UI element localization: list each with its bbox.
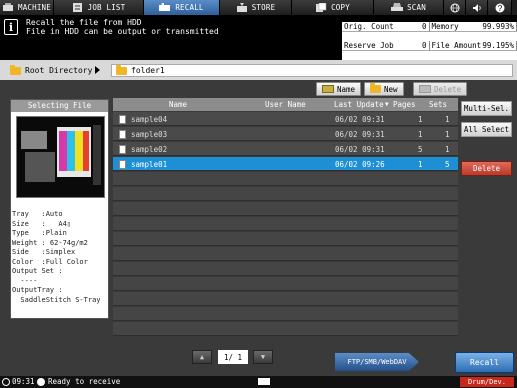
delete-folder-icon — [419, 85, 431, 93]
globe-icon[interactable] — [444, 0, 466, 15]
recall-icon — [159, 2, 171, 12]
sort-desc-icon: ▼ — [385, 101, 389, 108]
drum-dev-warning[interactable]: Drum/Dev. — [460, 377, 514, 387]
empty-row — [113, 277, 458, 291]
scan-icon — [391, 3, 404, 12]
empty-row — [113, 172, 458, 186]
breadcrumb-root[interactable]: Root Directory — [10, 64, 92, 77]
breadcrumb-arrow-icon — [95, 66, 100, 74]
volume-icon[interactable] — [466, 0, 488, 15]
store-icon — [236, 3, 248, 12]
empty-row — [113, 322, 458, 336]
document-icon — [119, 130, 126, 139]
tab-bar: MACHINE JOB LIST RECALL STORE COPY SCAN … — [0, 0, 517, 15]
column-name[interactable]: Name — [169, 100, 187, 109]
folder-icon — [116, 64, 127, 75]
preview-image — [17, 117, 104, 197]
empty-row — [113, 232, 458, 246]
empty-row — [113, 187, 458, 201]
message-line-1: Recall the file from HDD — [26, 18, 142, 27]
copy-icon — [315, 2, 327, 12]
empty-row — [113, 262, 458, 276]
svg-text:?: ? — [497, 4, 502, 13]
document-icon — [119, 160, 126, 169]
reserve-job: Reserve Job 0 — [342, 41, 430, 51]
help-icon[interactable]: ? — [488, 0, 512, 15]
recall-button[interactable]: Recall — [455, 352, 514, 373]
file-row-selected[interactable]: sample01 06/02 09:26 1 5 — [113, 157, 458, 171]
breadcrumb: Root Directory folder1 — [0, 60, 517, 80]
file-amount: File Amount 99.195% — [429, 41, 517, 51]
tab-scan[interactable]: SCAN — [374, 0, 444, 15]
selecting-file-header: Selecting File — [11, 100, 108, 112]
delete-button[interactable]: Delete — [461, 161, 512, 176]
empty-row — [113, 217, 458, 231]
breadcrumb-folder[interactable]: folder1 — [111, 64, 513, 77]
tab-copy[interactable]: COPY — [292, 0, 374, 15]
status-time: 09:31 — [12, 377, 35, 386]
file-preview-thumbnail — [16, 116, 105, 198]
empty-row — [113, 202, 458, 216]
all-select-button[interactable]: All Select — [461, 122, 512, 137]
delete-folder-button[interactable]: Delete — [413, 82, 468, 96]
message-line-2: File in HDD can be output or transmitted — [26, 27, 219, 36]
empty-row — [113, 307, 458, 321]
receive-icon — [37, 378, 45, 386]
page-up-button[interactable]: ▲ — [192, 350, 212, 364]
column-user-name[interactable]: User Name — [265, 100, 306, 109]
file-row[interactable]: sample02 06/02 09:31 5 1 — [113, 142, 458, 156]
new-folder-icon — [370, 83, 381, 93]
column-pages[interactable]: Pages — [393, 100, 416, 109]
keyboard-icon[interactable] — [258, 378, 270, 385]
page-down-button[interactable]: ▼ — [253, 350, 273, 364]
ftp-smb-webdav-button[interactable]: FTP/SMB/WebDAV — [335, 353, 419, 371]
status-state: Ready to receive — [48, 377, 121, 386]
empty-row — [113, 292, 458, 306]
info-icon: i — [4, 19, 18, 35]
tab-job-list[interactable]: JOB LIST — [54, 0, 144, 15]
file-row[interactable]: sample03 06/02 09:31 1 1 — [113, 127, 458, 141]
orig-count: Orig. Count 0 — [342, 22, 430, 32]
document-icon — [119, 145, 126, 154]
tab-recall[interactable]: RECALL — [144, 0, 220, 15]
column-last-update[interactable]: Last Update — [334, 100, 384, 109]
memory: Memory 99.993% — [429, 22, 517, 32]
file-row[interactable]: sample04 06/02 09:31 1 1 — [113, 112, 458, 126]
selecting-file-panel: Selecting File Tray :Auto Size : A4▯ Typ… — [10, 99, 109, 319]
status-bar: 09:31 Ready to receive — [0, 376, 517, 388]
file-list-header: Name User Name Last Update ▼ Pages Sets — [113, 98, 458, 111]
machine-icon — [2, 3, 14, 12]
multi-select-button[interactable]: Multi-Sel. — [461, 101, 512, 116]
document-icon — [119, 115, 126, 124]
tab-machine[interactable]: MACHINE — [0, 0, 54, 15]
clock-icon — [2, 378, 10, 386]
job-list-icon — [72, 3, 84, 12]
folder-icon — [10, 64, 21, 75]
name-button[interactable]: Name — [316, 82, 362, 96]
column-sets[interactable]: Sets — [429, 100, 447, 109]
page-indicator: 1/ 1 — [218, 350, 248, 364]
name-edit-icon — [322, 85, 334, 93]
file-attributes: Tray :Auto Size : A4▯ Type :Plain Weight… — [12, 210, 101, 304]
counter-panel: Orig. Count 0 Memory 99.993% Reserve Job 0 … — [342, 22, 517, 60]
tab-store[interactable]: STORE — [220, 0, 292, 15]
empty-row — [113, 247, 458, 261]
file-list: Name User Name Last Update ▼ Pages Sets … — [113, 98, 458, 346]
new-folder-button[interactable]: New — [364, 82, 404, 96]
